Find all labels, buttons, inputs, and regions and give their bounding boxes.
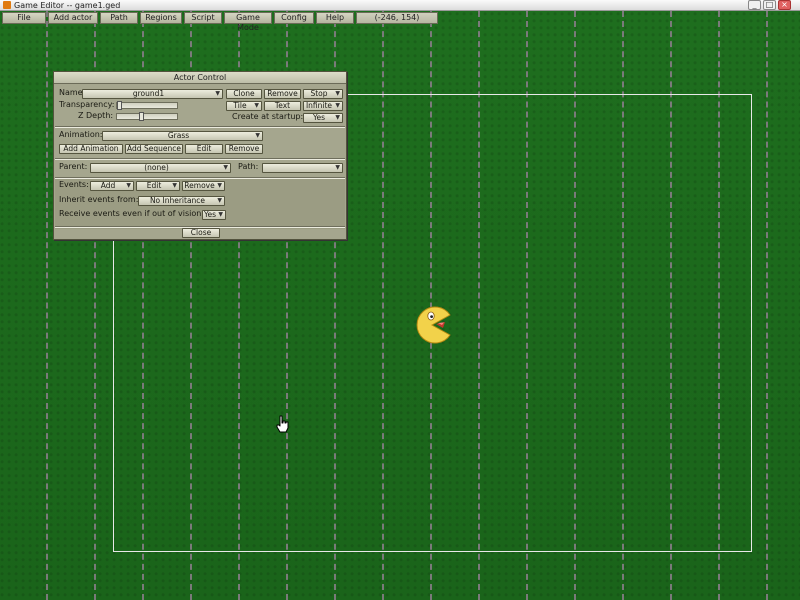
menu-regions[interactable]: Regions: [140, 12, 182, 24]
triangle-down-icon: ▼: [172, 182, 177, 189]
menu-add-actor[interactable]: Add actor: [48, 12, 98, 24]
edit-event-label: Edit: [146, 181, 162, 190]
menu-script[interactable]: Script: [184, 12, 222, 24]
triangle-down-icon: ▼: [335, 102, 340, 109]
triangle-down-icon: ▼: [217, 197, 222, 204]
add-animation-button[interactable]: Add Animation: [59, 144, 123, 154]
close-window-button[interactable]: ×: [778, 0, 791, 10]
triangle-down-icon: ▼: [126, 182, 131, 189]
remove-event-label: Remove: [184, 181, 215, 190]
maximize-button[interactable]: □: [763, 0, 776, 10]
infinite-dropdown[interactable]: Infinite ▼: [303, 101, 343, 111]
name-value: ground1: [132, 89, 165, 98]
receive-events-label: Receive events even if out of vision:: [59, 209, 205, 218]
inherit-events-value: No Inheritance: [149, 196, 206, 205]
edit-animation-button[interactable]: Edit: [185, 144, 223, 154]
path-dropdown[interactable]: ▼: [262, 163, 343, 173]
receive-events-value: Yes: [203, 210, 217, 219]
divider: [55, 126, 345, 128]
triangle-down-icon: ▼: [223, 164, 228, 171]
zdepth-label: Z Depth:: [78, 111, 114, 120]
edit-event-dropdown[interactable]: Edit ▼: [136, 181, 180, 191]
tile-dropdown[interactable]: Tile ▼: [226, 101, 262, 111]
animation-value: Grass: [167, 131, 190, 140]
add-event-dropdown[interactable]: Add ▼: [90, 181, 134, 191]
events-label: Events:: [59, 180, 89, 189]
stop-dropdown[interactable]: Stop ▼: [303, 89, 343, 99]
triangle-down-icon: ▼: [217, 182, 222, 189]
close-panel-button[interactable]: Close: [182, 228, 220, 238]
remove-actor-button[interactable]: Remove: [264, 89, 301, 99]
transparency-slider-thumb[interactable]: [117, 101, 122, 110]
window-title: Game Editor -- game1.ged: [14, 1, 121, 10]
remove-event-dropdown[interactable]: Remove ▼: [182, 181, 225, 191]
pacman-face-icon[interactable]: [412, 305, 452, 345]
triangle-down-icon: ▼: [255, 132, 260, 139]
remove-animation-button[interactable]: Remove: [225, 144, 263, 154]
add-event-label: Add: [100, 181, 116, 190]
editor-menu-bar: File Add actor Path Regions Script Game …: [2, 12, 438, 32]
cursor-coordinates: (-246, 154): [356, 12, 438, 24]
menu-config[interactable]: Config: [274, 12, 314, 24]
transparency-label: Transparency:: [59, 100, 115, 109]
menu-file[interactable]: File: [2, 12, 46, 24]
infinite-label: Infinite: [305, 101, 333, 110]
animation-label: Animation:: [59, 130, 103, 139]
menu-help[interactable]: Help: [316, 12, 354, 24]
create-at-startup-label: Create at startup:: [232, 112, 304, 121]
window-title-bar[interactable]: Game Editor -- game1.ged _ □ ×: [0, 0, 800, 11]
name-dropdown[interactable]: ground1 ▼: [82, 89, 223, 99]
stop-label: Stop: [310, 89, 328, 98]
create-at-startup-value: Yes: [312, 113, 326, 122]
actor-control-panel: Actor Control Name: ground1 ▼ Clone Remo…: [53, 71, 347, 240]
path-label: Path:: [238, 162, 259, 171]
parent-dropdown[interactable]: (none) ▼: [90, 163, 231, 173]
menu-game-mode[interactable]: Game Mode: [224, 12, 272, 32]
divider: [55, 158, 345, 160]
triangle-down-icon: ▼: [215, 90, 220, 97]
inherit-events-label: Inherit events from:: [59, 195, 139, 204]
text-button[interactable]: Text: [264, 101, 301, 111]
zdepth-slider-thumb[interactable]: [139, 112, 144, 121]
triangle-down-icon: ▼: [335, 114, 340, 121]
add-sequence-button[interactable]: Add Sequence: [125, 144, 183, 154]
receive-events-dropdown[interactable]: Yes ▼: [202, 210, 226, 220]
clone-button[interactable]: Clone: [226, 89, 262, 99]
triangle-down-icon: ▼: [254, 102, 259, 109]
triangle-down-icon: ▼: [218, 211, 223, 218]
grid-line: [766, 11, 768, 600]
grid-line: [46, 11, 48, 600]
parent-value: (none): [144, 163, 169, 172]
tile-label: Tile: [233, 101, 247, 110]
triangle-down-icon: ▼: [335, 164, 340, 171]
zdepth-slider[interactable]: [116, 112, 178, 121]
parent-label: Parent:: [59, 162, 88, 171]
menu-path[interactable]: Path: [100, 12, 138, 24]
animation-dropdown[interactable]: Grass ▼: [102, 131, 263, 141]
inherit-events-dropdown[interactable]: No Inheritance ▼: [138, 196, 225, 206]
hand-cursor-icon: [276, 415, 289, 433]
panel-title[interactable]: Actor Control: [54, 72, 346, 84]
triangle-down-icon: ▼: [335, 90, 340, 97]
app-icon: [3, 1, 11, 9]
create-at-startup-dropdown[interactable]: Yes ▼: [303, 113, 343, 123]
transparency-slider[interactable]: [116, 101, 178, 110]
minimize-button[interactable]: _: [748, 0, 761, 10]
